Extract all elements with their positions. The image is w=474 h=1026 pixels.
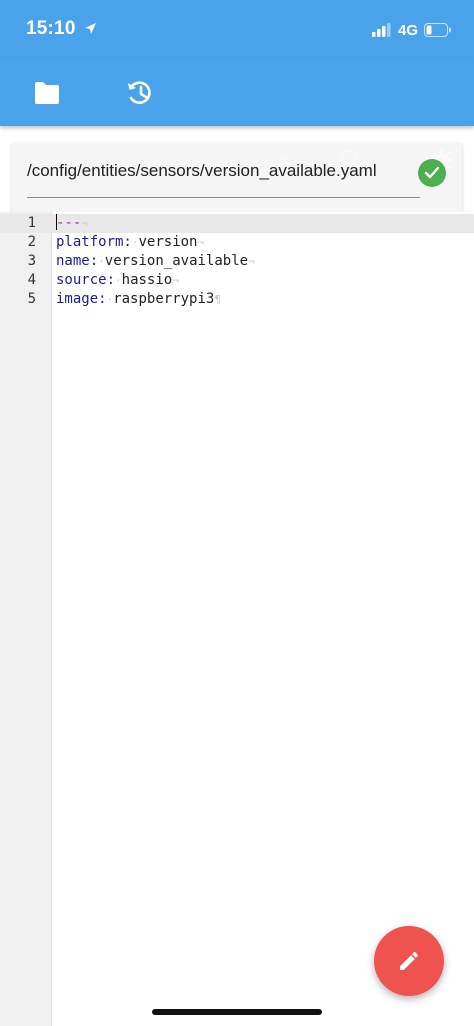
line-number-gutter (0, 212, 52, 1026)
status-bar: 15:10 4G (0, 0, 474, 58)
code-editor[interactable]: 1 2 3 4 5 ---¬ platform:·version¬ name:·… (0, 212, 474, 1026)
file-path-underline (27, 197, 420, 198)
status-time: 15:10 (26, 18, 97, 40)
yaml-key: image: (56, 291, 107, 307)
history-icon (128, 81, 151, 104)
yaml-key: name: (56, 253, 99, 269)
location-arrow-icon (85, 23, 97, 34)
line-number: 2 (27, 234, 36, 250)
code-line[interactable]: name:·version_available¬ (56, 252, 255, 271)
battery-icon (424, 23, 451, 37)
pencil-icon (400, 951, 419, 970)
yaml-document-start: --- (56, 215, 82, 231)
code-line[interactable]: source:·hassio¬ (56, 271, 179, 290)
folder-icon (35, 82, 59, 104)
line-number: 3 (27, 253, 36, 269)
network-type: 4G (397, 21, 418, 39)
line-number: 1 (27, 215, 36, 231)
yaml-key: platform: (56, 234, 132, 250)
file-path-card: /config/entities/sensors/version_availab… (12, 143, 462, 215)
code-line[interactable]: ---¬ (56, 214, 88, 233)
line-number: 5 (27, 291, 36, 307)
yaml-value: version (138, 234, 198, 250)
yaml-value: version_available (104, 253, 249, 269)
line-number: 4 (27, 272, 36, 288)
app-toolbar (0, 58, 474, 126)
browse-files-button[interactable] (30, 76, 64, 110)
check-icon (424, 166, 440, 179)
edit-fab-button[interactable] (374, 926, 444, 996)
yaml-value: hassio (121, 272, 173, 288)
code-line[interactable]: image:·raspberrypi3¶ (56, 290, 221, 309)
code-line[interactable]: platform:·version¬ (56, 233, 204, 252)
config-valid-indicator (418, 159, 446, 187)
history-button[interactable] (123, 76, 157, 110)
yaml-key: source: (56, 272, 116, 288)
file-path-input[interactable]: /config/entities/sensors/version_availab… (27, 161, 377, 181)
status-indicators: 4G (371, 20, 452, 40)
yaml-value: raspberrypi3 (113, 291, 215, 307)
cellular-signal-icon (371, 23, 391, 37)
home-indicator[interactable] (152, 1009, 322, 1015)
